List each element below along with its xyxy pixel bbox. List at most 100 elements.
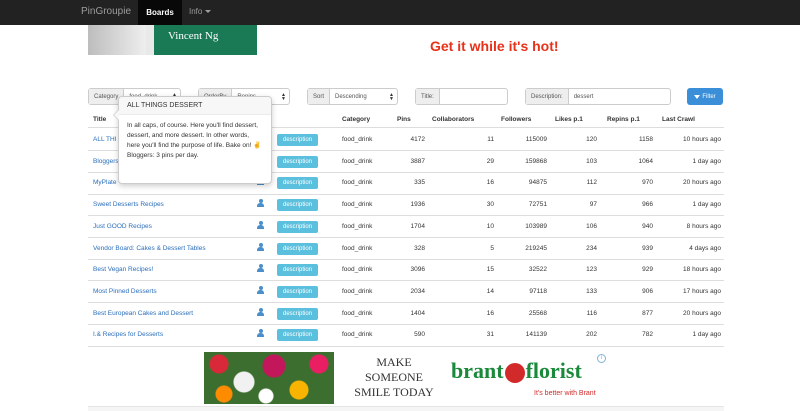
likes-cell: 116 [586, 309, 597, 317]
description-button[interactable]: description [277, 177, 318, 190]
likes-cell: 120 [586, 136, 597, 143]
brand-logo[interactable]: PinGroupie [81, 6, 131, 17]
category-cell: food_drink [342, 266, 373, 274]
repins-cell: 929 [642, 266, 653, 274]
followers-cell: 115009 [525, 136, 547, 143]
repins-cell: 966 [642, 201, 653, 209]
board-title-link[interactable]: MyPlate [93, 179, 116, 186]
pins-cell: 1404 [410, 309, 425, 317]
repins-cell: 1158 [639, 136, 653, 143]
followers-cell: 97118 [529, 287, 547, 295]
pins-cell: 328 [414, 244, 425, 252]
advertisement-banner[interactable]: MAKE SOMEONE SMILE TODAY brant florist It… [204, 352, 609, 404]
pins-cell: 3096 [410, 266, 425, 274]
description-input[interactable]: dessert [569, 89, 670, 104]
row-divider [88, 345, 724, 347]
description-button[interactable]: description [277, 134, 318, 146]
followers-cell: 141139 [525, 331, 547, 339]
header-collaborators[interactable]: Collaborators [432, 116, 474, 123]
description-button[interactable]: description [277, 199, 318, 212]
person-icon [257, 264, 264, 273]
nav-info-dropdown[interactable]: Info [189, 7, 212, 16]
description-button[interactable]: description [277, 285, 318, 298]
flowers-image [204, 352, 334, 404]
likes-cell: 123 [586, 266, 597, 274]
followers-cell: 219245 [525, 244, 547, 252]
title-filter[interactable]: Title: [415, 88, 508, 105]
person-icon [257, 199, 264, 208]
header-likes[interactable]: Likes p.1 [555, 116, 583, 123]
ad-brand-part-2: florist [525, 358, 582, 383]
category-cell: food_drink [342, 222, 373, 230]
table-row: Sweet Desserts Recipes description food_dr… [0, 194, 800, 215]
board-title-link[interactable]: Best European Cakes and Dessert [93, 310, 193, 317]
last-crawl-cell: 1 day ago [692, 201, 721, 209]
description-button[interactable]: description [277, 155, 318, 168]
header-title[interactable]: Title [93, 116, 106, 123]
board-title-link[interactable]: I.& Recipes for Desserts [93, 331, 163, 338]
category-cell: food_drink [342, 244, 373, 252]
last-crawl-cell: 20 hours ago [683, 179, 721, 187]
category-cell: food_drink [342, 179, 373, 187]
likes-cell: 97 [589, 201, 597, 209]
nav-boards[interactable]: Boards [138, 0, 182, 25]
select-arrows-icon: ▲▼ [389, 92, 394, 102]
followers-cell: 94875 [528, 179, 547, 187]
description-button[interactable]: description [277, 220, 318, 233]
book-banner-image[interactable]: Vincent Ng [88, 25, 257, 55]
repins-cell: 906 [642, 287, 653, 295]
board-description-popover: ALL THINGS DESSERT In all caps, of cours… [113, 96, 272, 184]
table-row: Best European Cakes and Dessert descripti… [0, 303, 800, 324]
collaborators-cell: 16 [486, 179, 494, 187]
book-cover-front: Vincent Ng [146, 25, 257, 55]
board-title-link[interactable]: Vendor Board: Cakes & Dessert Tables [93, 245, 206, 252]
title-input[interactable] [440, 89, 507, 104]
last-crawl-cell: 1 day ago [692, 157, 721, 165]
repins-cell: 782 [642, 331, 653, 339]
likes-cell: 133 [586, 287, 597, 295]
description-button[interactable]: description [277, 329, 318, 342]
header-followers[interactable]: Followers [501, 116, 531, 123]
followers-cell: 159868 [525, 157, 547, 165]
board-title-link[interactable]: Bloggers [93, 158, 119, 165]
category-cell: food_drink [342, 136, 373, 143]
followers-cell: 25568 [528, 309, 547, 317]
collaborators-cell: 14 [486, 287, 494, 295]
board-title-link[interactable]: ALL THI [93, 136, 116, 143]
promo-headline[interactable]: Get it while it's hot! [430, 38, 559, 54]
popover-body: In all caps, of course. Here you'll find… [127, 122, 262, 159]
description-button[interactable]: description [277, 264, 318, 277]
description-label: Description: [526, 89, 569, 104]
header-pins[interactable]: Pins [397, 116, 411, 123]
category-cell: food_drink [342, 157, 373, 165]
person-icon [257, 242, 264, 252]
filter-button-label: Filter [702, 93, 716, 100]
description-button[interactable]: description [277, 307, 318, 320]
header-repins[interactable]: Repins p.1 [607, 116, 640, 123]
select-arrows-icon: ▲▼ [281, 92, 286, 102]
collaborators-cell: 16 [486, 309, 494, 317]
likes-cell: 202 [586, 331, 597, 339]
header-last-crawl[interactable]: Last Crawl [662, 116, 695, 123]
ad-slogan-line-2: SOMEONE [364, 370, 423, 384]
board-title-link[interactable]: Most Pinned Desserts [93, 288, 157, 295]
board-title-link[interactable]: Best Vegan Recipes! [93, 266, 153, 273]
collaborators-cell: 30 [486, 201, 494, 209]
board-title-link[interactable]: Just GOOD Recipes [93, 223, 152, 230]
filter-button[interactable]: Filter [687, 88, 723, 105]
adchoices-icon[interactable]: i [597, 354, 606, 363]
sort-filter[interactable]: Sort Descending ▲ ▼ [307, 88, 398, 105]
last-crawl-cell: 18 hours ago [683, 266, 721, 274]
collaborators-cell: 15 [486, 266, 494, 274]
sort-label: Sort [308, 89, 331, 104]
followers-cell: 103989 [525, 222, 547, 230]
description-button[interactable]: description [277, 242, 318, 255]
person-icon [257, 329, 264, 338]
header-category[interactable]: Category [342, 116, 370, 123]
sort-select[interactable]: Descending ▲ ▼ [330, 89, 397, 104]
ad-brand-logo: brant florist [451, 358, 582, 384]
followers-cell: 32522 [528, 266, 547, 274]
board-title-link[interactable]: Sweet Desserts Recipes [93, 201, 164, 208]
description-filter[interactable]: Description: dessert [525, 88, 671, 105]
ad-tagline: It's better with Brant [534, 390, 596, 397]
